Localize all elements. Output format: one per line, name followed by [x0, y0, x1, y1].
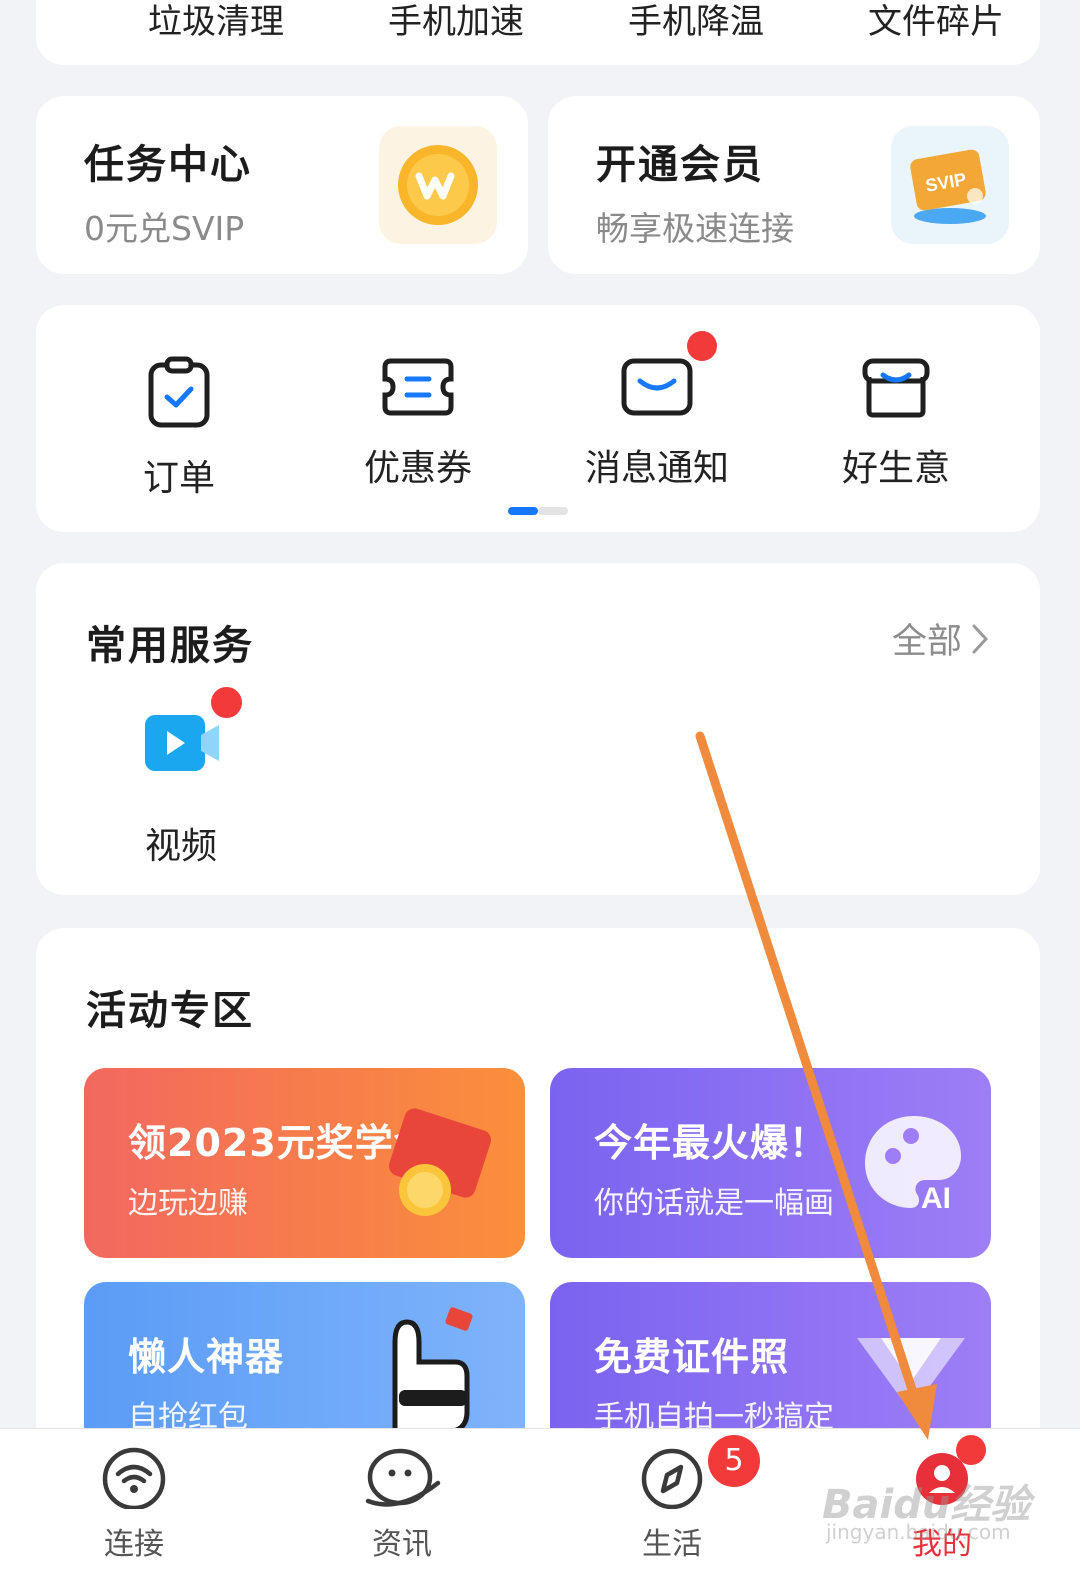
- quick-action-label: 优惠券: [363, 448, 472, 489]
- red-envelope-icon: [388, 1108, 492, 1216]
- quick-action-orders[interactable]: 订单: [79, 355, 279, 501]
- activity-title: 免费证件照: [594, 1335, 790, 1379]
- task-center-subtitle: 0元兑SVIP: [84, 209, 245, 248]
- quick-actions-card: 订单 优惠券 消息通知 好生意: [36, 305, 1040, 532]
- tool-phone-cool[interactable]: 手机降温: [596, 0, 796, 43]
- quick-action-label: 订单: [142, 458, 215, 499]
- quick-action-messages[interactable]: 消息通知: [557, 355, 757, 491]
- quick-action-coupons[interactable]: 优惠券: [318, 355, 518, 491]
- tab-news[interactable]: 资讯: [332, 1447, 472, 1563]
- activity-subtitle: 边玩边赚: [128, 1186, 248, 1221]
- tool-file-fragments[interactable]: 文件碎片: [836, 0, 1036, 43]
- mine-unread-dot: [956, 1435, 986, 1465]
- ai-badge-text: AI: [921, 1182, 951, 1215]
- tool-junk-clean[interactable]: 垃圾清理: [116, 0, 316, 43]
- wifi-icon: [102, 1447, 166, 1509]
- activity-title: 今年最火爆！: [594, 1121, 829, 1165]
- all-services-link[interactable]: 全部: [892, 613, 990, 664]
- svip-card-icon: SVIP: [891, 126, 1009, 244]
- cool-hand-icon: [392, 1307, 473, 1435]
- clipboard-check-icon: [148, 356, 210, 428]
- pager-indicator: [538, 507, 568, 515]
- vip-title: 开通会员: [596, 142, 764, 188]
- service-video[interactable]: 视频: [116, 711, 246, 869]
- tools-card: 垃圾清理 手机加速 手机降温 文件碎片: [36, 0, 1040, 65]
- quick-action-label: 好生意: [841, 448, 950, 489]
- service-label: 视频: [144, 826, 217, 867]
- quick-action-label: 消息通知: [584, 448, 729, 489]
- quick-action-good-business[interactable]: 好生意: [796, 355, 996, 491]
- tab-label: 连接: [104, 1527, 164, 1562]
- pager-indicator-active: [508, 507, 538, 515]
- tab-label: 生活: [642, 1527, 702, 1562]
- all-services-label: 全部: [891, 622, 962, 662]
- activities-card: 活动专区 领2023元奖学金 边玩边赚 今年最火爆！ 你的话就是一幅画 AI 懒…: [36, 928, 1040, 1488]
- tool-phone-boost[interactable]: 手机加速: [356, 0, 556, 43]
- chat-face-icon: [365, 1448, 441, 1507]
- activity-subtitle: 你的话就是一幅画: [594, 1186, 834, 1221]
- vip-subtitle: 畅享极速连接: [596, 209, 794, 248]
- activity-scholarship[interactable]: 领2023元奖学金 边玩边赚: [84, 1068, 525, 1258]
- tab-label: 资讯: [372, 1527, 432, 1562]
- compass-icon: [641, 1448, 703, 1509]
- activity-ai-painting[interactable]: 今年最火爆！ 你的话就是一幅画 AI: [550, 1068, 991, 1258]
- coupon-icon: [382, 358, 454, 416]
- chevron-right-icon: [972, 624, 989, 653]
- baidu-watermark-url: jingyan.baidu.com: [826, 1520, 1011, 1544]
- message-unread-dot: [687, 331, 717, 361]
- task-center-card[interactable]: 任务中心 0元兑SVIP: [36, 96, 528, 274]
- video-icon: [145, 715, 219, 771]
- coin-icon: [379, 126, 497, 244]
- common-services-title: 常用服务: [86, 623, 254, 669]
- task-center-title: 任务中心: [84, 142, 252, 188]
- common-services-card: 常用服务 全部 视频: [36, 563, 1040, 895]
- life-badge-count: 5: [708, 1435, 760, 1487]
- activities-title: 活动专区: [86, 988, 254, 1034]
- tab-connect[interactable]: 连接: [64, 1447, 204, 1563]
- vip-card[interactable]: 开通会员 畅享极速连接 SVIP: [548, 96, 1040, 274]
- photo-frame-icon: [857, 1338, 965, 1412]
- palette-icon: AI: [865, 1116, 961, 1215]
- activity-title: 懒人神器: [128, 1335, 285, 1379]
- shop-icon: [862, 358, 930, 418]
- message-icon: [621, 358, 693, 416]
- video-unread-dot: [211, 687, 242, 718]
